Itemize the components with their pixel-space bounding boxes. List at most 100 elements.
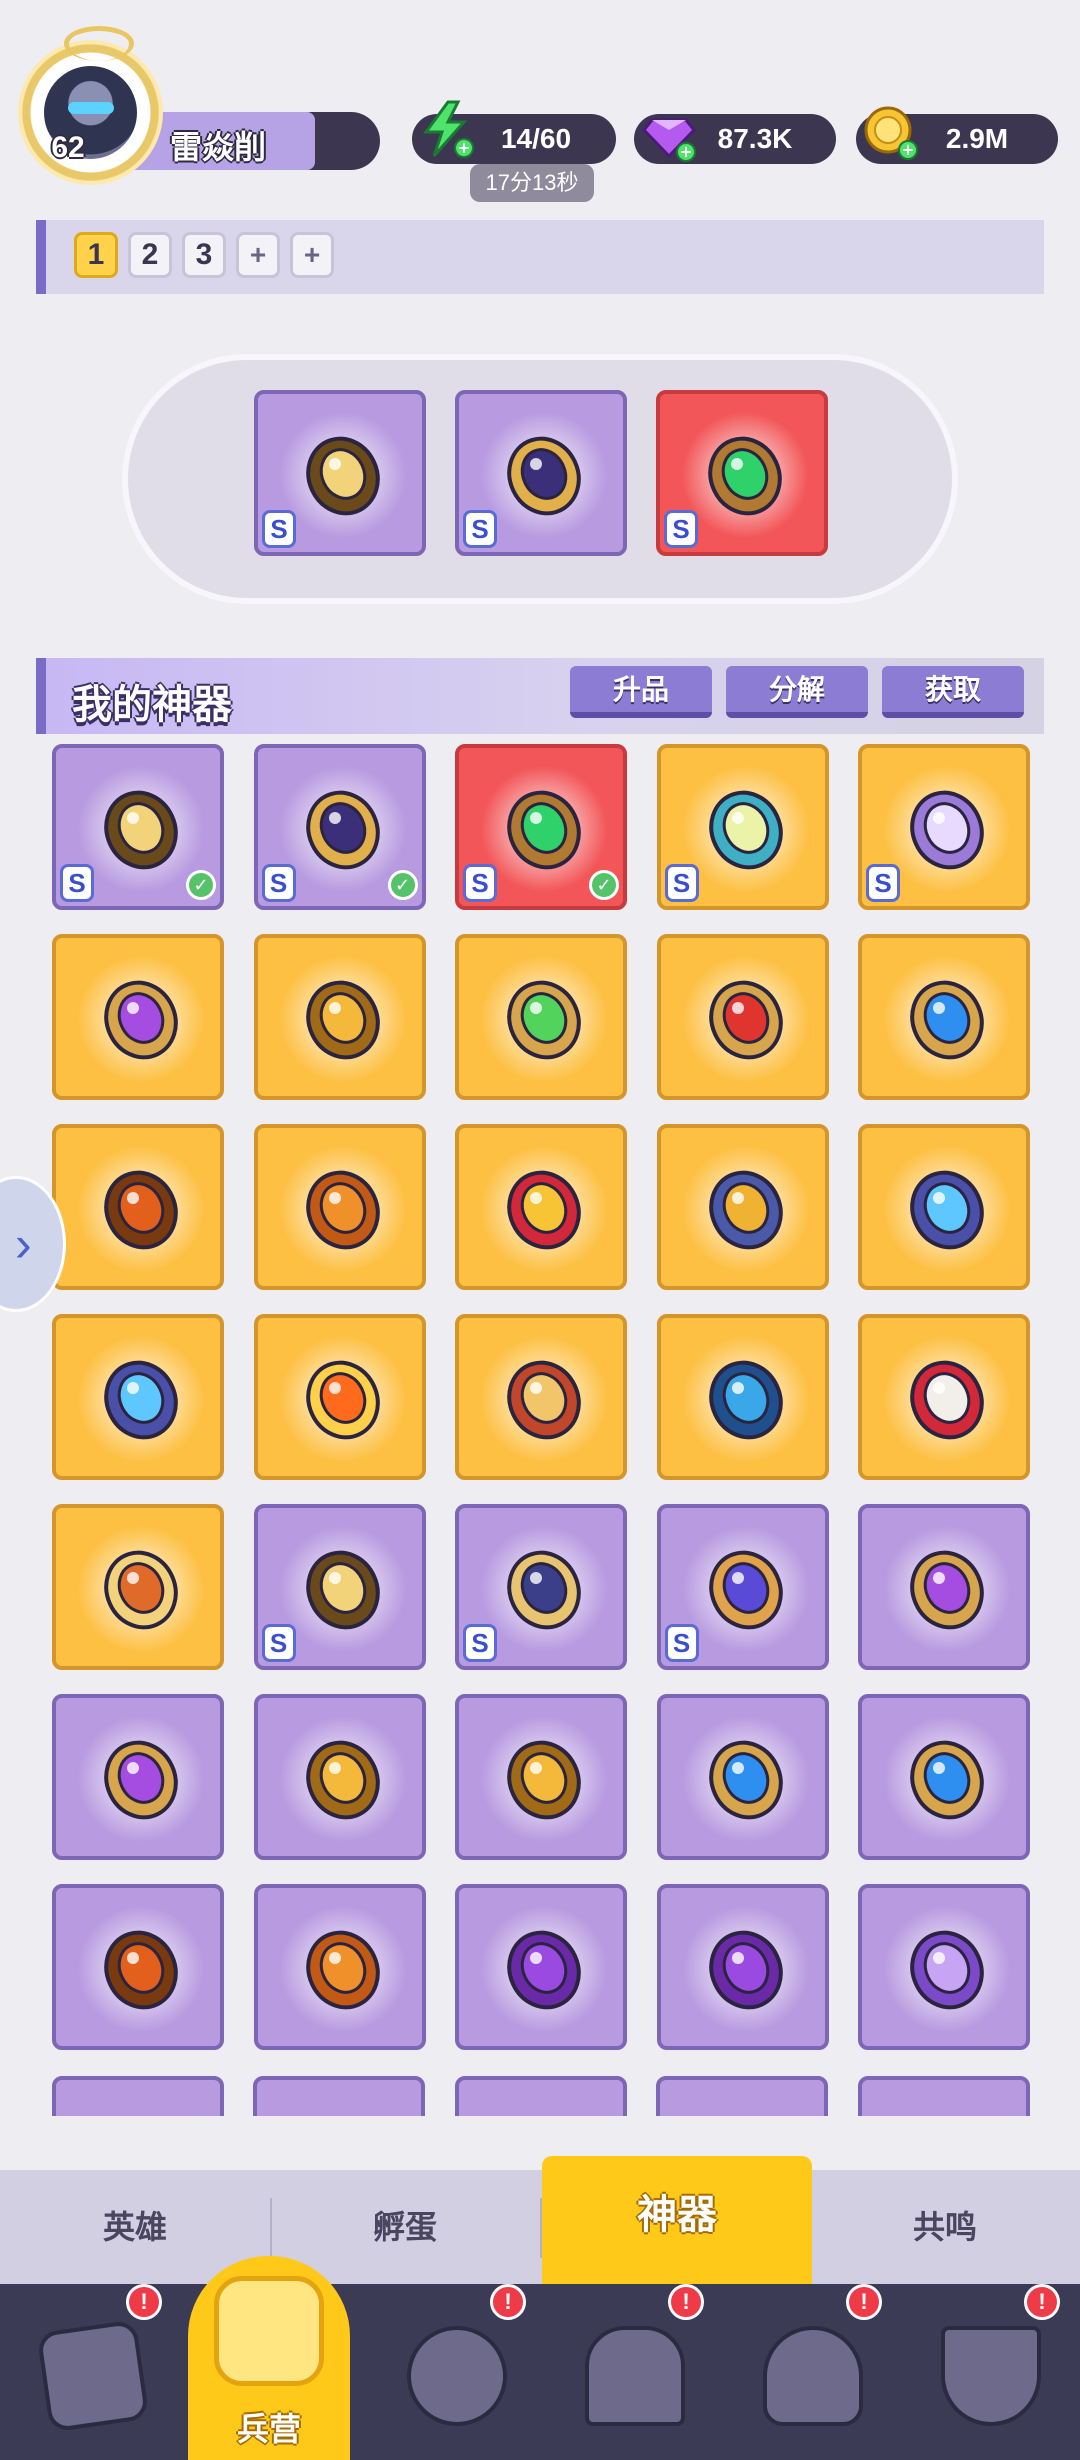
nav-barracks[interactable]: 兵营	[188, 2256, 350, 2460]
tab-resonance[interactable]: 共鸣	[810, 2170, 1080, 2284]
artifact-card[interactable]	[52, 1694, 224, 1860]
gold-amulet-icon	[305, 1740, 380, 1820]
castle-icon	[585, 2326, 685, 2426]
artifact-card[interactable]: S	[455, 390, 627, 556]
artifact-card[interactable]: S	[656, 390, 828, 556]
artifact-card[interactable]	[858, 1504, 1030, 1670]
artifact-card[interactable]	[253, 934, 426, 1100]
dice-icon	[910, 1360, 984, 1440]
decompose-button[interactable]: 分解	[726, 666, 868, 718]
artifact-card[interactable]	[52, 934, 224, 1100]
nav-map[interactable]: !	[372, 2284, 542, 2456]
rarity-badge: S	[664, 1624, 699, 1662]
alert-badge: !	[668, 2284, 704, 2320]
maple-leaf-icon	[104, 1170, 178, 1250]
banner-icon	[941, 2326, 1041, 2426]
tab-artifacts[interactable]: 神器	[542, 2156, 812, 2284]
crossbow-icon	[306, 436, 380, 516]
artifact-card[interactable]	[52, 1884, 224, 2050]
purple-amulet-icon	[104, 980, 178, 1060]
energy-timer: 17分13秒	[470, 164, 594, 202]
artifact-card[interactable]: S	[254, 390, 426, 556]
drum-icon	[104, 1550, 178, 1630]
purple-amulet-icon	[104, 1740, 178, 1820]
artifact-card[interactable]	[656, 1694, 829, 1860]
artifact-card[interactable]: S	[858, 744, 1030, 910]
crossbow-icon	[104, 790, 178, 870]
artifact-card[interactable]	[858, 934, 1030, 1100]
crown-icon	[507, 1170, 581, 1250]
nav-banner[interactable]: !	[906, 2284, 1076, 2456]
gold-amulet-icon	[507, 1740, 581, 1820]
player-name: 雷焱削	[170, 129, 267, 165]
purple-horn-icon	[708, 1930, 783, 2010]
artifact-card[interactable]: S ✓	[455, 744, 627, 910]
obtain-button[interactable]: 获取	[882, 666, 1024, 718]
artifact-card[interactable]	[858, 1884, 1030, 2050]
map-icon	[407, 2326, 507, 2426]
equipped-check-icon: ✓	[186, 870, 216, 900]
equipped-check-icon: ✓	[589, 870, 619, 900]
artifact-card[interactable]	[52, 1314, 224, 1480]
purple-cloud-icon	[910, 1930, 984, 2010]
rarity-badge: S	[261, 864, 296, 902]
nav-castle[interactable]: !	[550, 2284, 720, 2456]
artifact-card[interactable]	[253, 1884, 426, 2050]
artifact-card[interactable]	[455, 1694, 627, 1860]
nav-mushroom[interactable]: !	[728, 2284, 898, 2456]
artifact-card[interactable]	[52, 1124, 224, 1290]
artifact-card[interactable]	[52, 1504, 224, 1670]
artifact-card[interactable]	[253, 1124, 426, 1290]
artifact-card[interactable]	[656, 1124, 829, 1290]
artifact-card[interactable]: S	[656, 1504, 829, 1670]
crossbow-icon	[305, 1550, 380, 1630]
artifact-card[interactable]	[656, 1884, 829, 2050]
upgrade-button[interactable]: 升品	[570, 666, 712, 718]
chevron-right-icon: ›	[15, 1216, 32, 1272]
preset-tab[interactable]: 1	[74, 232, 118, 278]
add-preset-button[interactable]: +	[290, 232, 334, 278]
artifact-card[interactable]	[858, 1314, 1030, 1480]
svg-text:+: +	[457, 138, 470, 157]
blue-flame-torch-icon	[104, 1360, 178, 1440]
purple-amulet-icon	[910, 1550, 984, 1630]
artifact-card[interactable]	[455, 934, 627, 1100]
artifact-card[interactable]: S ✓	[253, 744, 426, 910]
bow-icon	[507, 1550, 581, 1630]
rarity-badge: S	[664, 864, 699, 902]
grid-overflow-row	[0, 2076, 1080, 2116]
artifact-card[interactable]	[455, 1314, 627, 1480]
preset-tab[interactable]: 3	[182, 232, 226, 278]
emerald-staff-icon	[507, 790, 581, 870]
mushroom-icon	[763, 2326, 863, 2426]
nav-cards[interactable]: !	[8, 2284, 178, 2456]
rarity-badge: S	[866, 864, 900, 902]
dark-wing-icon	[305, 790, 380, 870]
cosmic-harp-icon	[708, 1550, 783, 1630]
preset-tab[interactable]: 2	[128, 232, 172, 278]
add-preset-button[interactable]: +	[236, 232, 280, 278]
artifact-card[interactable]	[858, 1694, 1030, 1860]
artifact-card[interactable]: S	[656, 744, 829, 910]
cards-icon	[36, 2319, 150, 2433]
maple-leaf-icon	[104, 1930, 178, 2010]
svg-text:+: +	[679, 142, 692, 161]
artifact-card[interactable]	[656, 934, 829, 1100]
artifact-card[interactable]: S	[455, 1504, 627, 1670]
crystal-orb-icon	[910, 790, 984, 870]
artifact-card[interactable]	[253, 1694, 426, 1860]
artifact-card[interactable]: S ✓	[52, 744, 224, 910]
artifact-card[interactable]	[455, 1884, 627, 2050]
artifact-card[interactable]	[253, 1314, 426, 1480]
dark-wing-icon	[507, 436, 581, 516]
orbit-gourd-icon	[305, 1930, 380, 2010]
rarity-badge: S	[262, 510, 296, 548]
artifact-card[interactable]	[455, 1124, 627, 1290]
alert-badge: !	[1024, 2284, 1060, 2320]
green-amulet-icon	[507, 980, 581, 1060]
artifact-card[interactable]: S	[253, 1504, 426, 1670]
gold-amulet-icon	[305, 980, 380, 1060]
equipped-check-icon: ✓	[387, 870, 418, 900]
artifact-card[interactable]	[858, 1124, 1030, 1290]
artifact-card[interactable]	[656, 1314, 829, 1480]
